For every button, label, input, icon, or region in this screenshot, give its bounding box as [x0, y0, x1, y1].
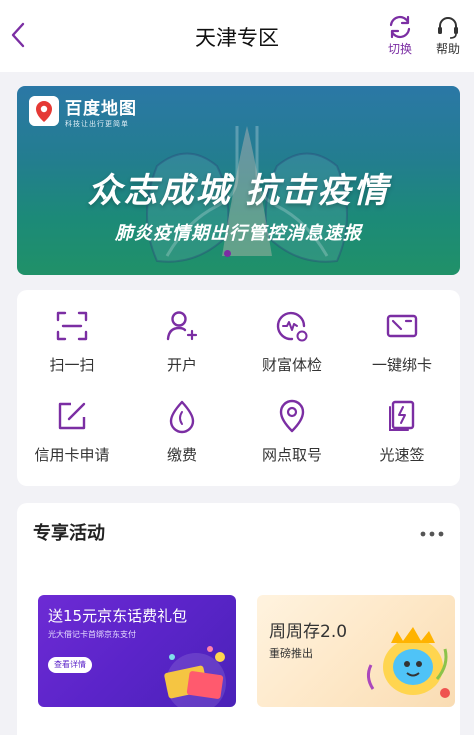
service-grid: 扫一扫 开户 财富体检 一键绑卡 信用卡申请 缴费 网点取号 光速签 — [17, 290, 460, 486]
refresh-icon — [389, 15, 411, 39]
map-pin-logo-icon — [29, 96, 59, 126]
promo-subtitle: 重磅推出 — [269, 647, 313, 660]
water-drop-icon — [169, 400, 195, 434]
headset-icon — [438, 17, 458, 39]
edit-icon — [58, 402, 86, 430]
service-quick-sign[interactable]: 光速签 — [347, 398, 457, 478]
service-wealth-check[interactable]: 财富体检 — [237, 308, 347, 388]
logo-tagline: 科技让出行更简单 — [65, 120, 129, 128]
promo-tile-jd-gift[interactable]: 送15元京东话费礼包 光大借记卡首绑京东支付 查看详情 — [38, 595, 236, 707]
service-label: 一键绑卡 — [371, 356, 432, 374]
location-pin-icon — [279, 399, 305, 433]
gift-illustration — [164, 646, 226, 707]
service-scan[interactable]: 扫一扫 — [17, 308, 127, 388]
bind-card-icon — [386, 314, 418, 338]
activities-card: 专享活动 送15元京东话费礼包 光大借记卡首绑京东支付 查看详情 周周存2.0 … — [17, 503, 460, 735]
help-button[interactable]: 帮助 — [428, 14, 468, 57]
service-label: 信用卡申请 — [34, 446, 110, 464]
more-dots-icon[interactable] — [420, 531, 444, 537]
banner-headline: 众志成城 抗击疫情 — [87, 171, 390, 211]
health-check-icon — [276, 311, 308, 342]
scan-icon — [56, 311, 88, 341]
promo-subtitle: 光大借记卡首绑京东支付 — [48, 630, 136, 639]
service-label: 开户 — [166, 356, 197, 374]
service-open-account[interactable]: 开户 — [127, 308, 237, 388]
carousel-indicator — [224, 250, 231, 257]
section-title: 专享活动 — [33, 523, 105, 544]
service-bind-card[interactable]: 一键绑卡 — [347, 308, 457, 388]
service-pay-bills[interactable]: 缴费 — [127, 398, 237, 478]
sign-card-icon — [389, 400, 415, 431]
service-label: 网点取号 — [261, 446, 322, 464]
service-branch-ticket[interactable]: 网点取号 — [237, 398, 347, 478]
add-user-icon — [166, 311, 198, 341]
promo-tile-weekly-deposit[interactable]: 周周存2.0 重磅推出 — [257, 595, 455, 707]
service-credit-card-apply[interactable]: 信用卡申请 — [17, 398, 127, 478]
promo-title: 送15元京东话费礼包 — [48, 607, 188, 625]
service-label: 光速签 — [379, 446, 425, 464]
baidu-map-logo: 百度地图 科技让出行更简单 — [29, 94, 169, 134]
switch-label: 切换 — [387, 42, 412, 56]
logo-name: 百度地图 — [65, 99, 137, 119]
mascot-illustration — [366, 627, 450, 698]
top-nav-bar: 天津专区 切换 帮助 — [0, 0, 474, 72]
service-label: 缴费 — [166, 446, 197, 464]
promo-banner[interactable]: 百度地图 科技让出行更简单 众志成城 抗击疫情 肺炎疫情期出行管控消息速报 — [17, 86, 460, 275]
service-label: 财富体检 — [261, 356, 322, 374]
switch-button[interactable]: 切换 — [380, 14, 420, 57]
promo-title: 周周存2.0 — [269, 622, 348, 642]
help-label: 帮助 — [435, 42, 460, 56]
view-details-button[interactable]: 查看详情 — [48, 657, 92, 673]
banner-subheadline: 肺炎疫情期出行管控消息速报 — [115, 223, 362, 244]
service-label: 扫一扫 — [49, 356, 95, 374]
